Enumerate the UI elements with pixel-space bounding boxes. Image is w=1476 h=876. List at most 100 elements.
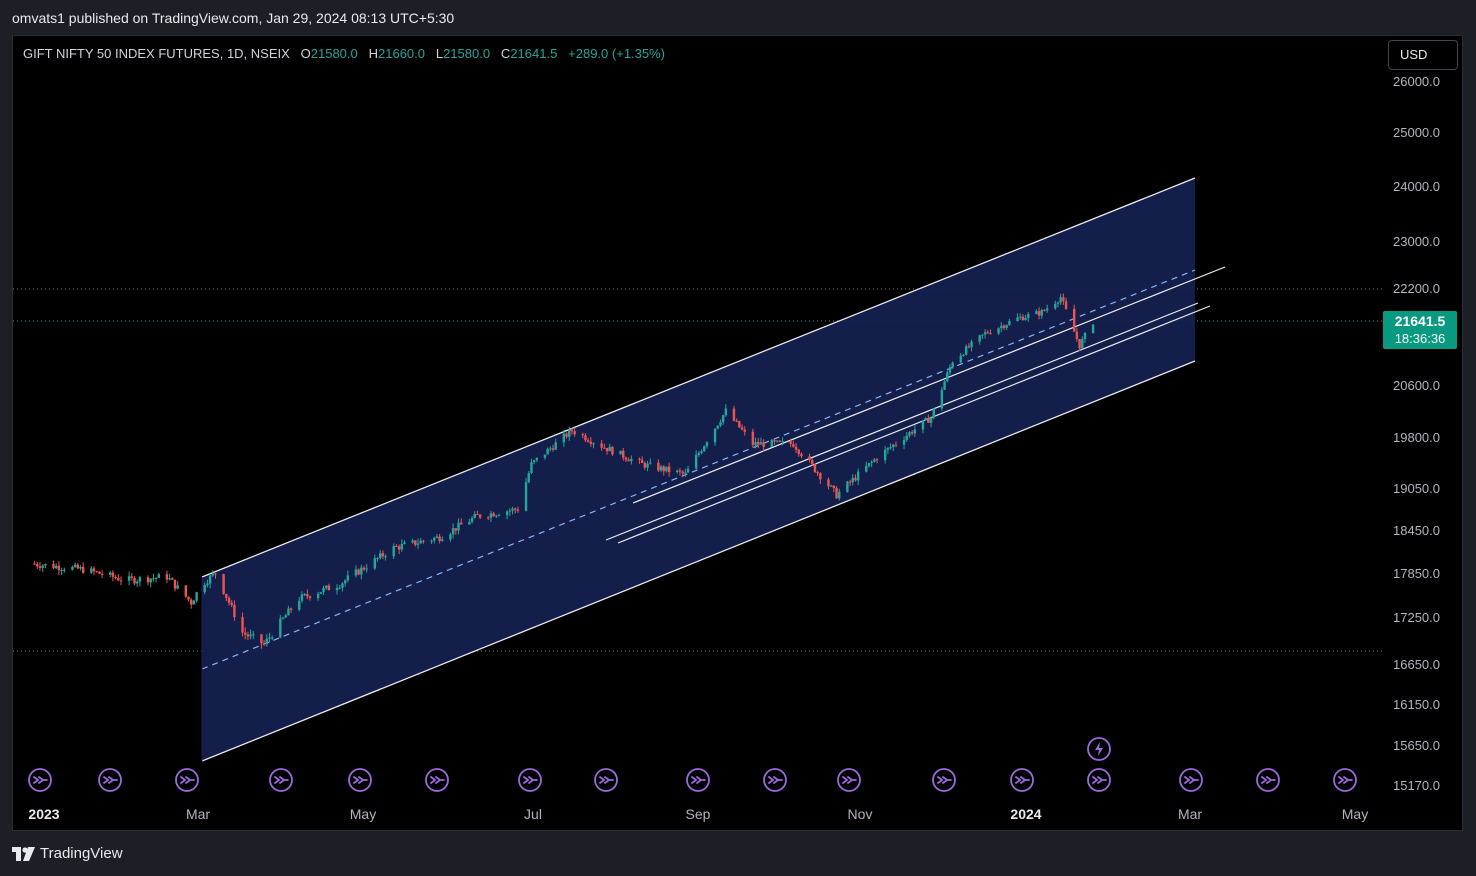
candle-body <box>851 477 854 483</box>
dividend-event-icon[interactable] <box>1256 768 1280 792</box>
candle-body <box>249 634 252 637</box>
time-tick: 2024 <box>1010 806 1042 822</box>
candle-body <box>190 599 193 605</box>
candle-body <box>227 598 231 603</box>
candle-body <box>457 522 460 531</box>
symbol-legend[interactable]: GIFT NIFTY 50 INDEX FUTURES, 1D, NSEIX O… <box>23 46 665 61</box>
candle-body <box>335 587 339 591</box>
currency-selector[interactable]: USD <box>1388 40 1458 70</box>
price-tick: 26000.0 <box>1393 74 1440 89</box>
candle-body <box>100 573 104 575</box>
dividend-event-icon[interactable] <box>932 768 956 792</box>
candle-body <box>565 433 568 437</box>
candle-body <box>476 514 479 516</box>
candle-body <box>381 553 385 557</box>
candle-body <box>964 346 968 355</box>
dividend-event-icon[interactable] <box>594 768 618 792</box>
close-value: 21641.5 <box>510 46 558 61</box>
regression-channel-fill[interactable] <box>202 178 1195 761</box>
candle-body <box>195 592 198 601</box>
candle-body <box>1083 333 1087 340</box>
candle-body <box>570 429 574 432</box>
dividend-event-icon[interactable] <box>175 768 199 792</box>
candle-body <box>171 578 174 580</box>
candle-body <box>846 481 849 492</box>
dividend-event-icon[interactable] <box>686 768 710 792</box>
candle-body <box>279 618 282 638</box>
candle-body <box>300 594 304 601</box>
candle-body <box>33 563 36 565</box>
candle-body <box>514 508 517 510</box>
candle-body <box>640 459 644 463</box>
candle-body <box>133 577 136 584</box>
candle-body <box>38 566 42 568</box>
candle-body <box>287 608 290 616</box>
candle-body <box>905 435 908 440</box>
candle-body <box>298 600 301 610</box>
candle-body <box>487 517 490 519</box>
candle-body <box>751 431 755 445</box>
close-label: C <box>500 46 511 61</box>
candle-body <box>271 637 274 639</box>
dividend-event-icon[interactable] <box>269 768 293 792</box>
candle-body <box>676 470 679 472</box>
candle-body <box>535 457 539 461</box>
candle-body <box>1078 338 1081 349</box>
candle-body <box>532 460 536 463</box>
dividend-event-icon[interactable] <box>1087 768 1111 792</box>
price-tick: 25000.0 <box>1393 125 1440 140</box>
dividend-event-icon[interactable] <box>98 768 122 792</box>
candle-body <box>306 594 309 597</box>
price-tick: 17850.0 <box>1393 566 1440 581</box>
candle-body <box>981 334 984 336</box>
candle-body <box>757 441 760 445</box>
candle-body <box>268 637 271 639</box>
dividend-event-icon[interactable] <box>348 768 372 792</box>
candle-body <box>835 488 838 499</box>
candle-body <box>932 408 935 418</box>
dividend-event-icon[interactable] <box>1333 768 1357 792</box>
candle-body <box>646 463 649 468</box>
dividend-event-icon[interactable] <box>763 768 787 792</box>
candle-body <box>392 545 395 557</box>
lightning-icon[interactable] <box>1087 737 1111 761</box>
candle-body <box>986 332 989 334</box>
candle-body <box>738 421 741 428</box>
candle-body <box>797 449 800 454</box>
price-tick: 19050.0 <box>1393 481 1440 496</box>
tradingview-brand[interactable]: TradingView <box>12 845 123 862</box>
candle-body <box>543 454 547 458</box>
candle-body <box>357 569 360 575</box>
candle-body <box>478 514 482 518</box>
dividend-event-icon[interactable] <box>425 768 449 792</box>
last-price-badge: 21641.5 18:36:36 <box>1383 311 1457 349</box>
candle-body <box>983 332 987 335</box>
candle-body <box>435 536 439 538</box>
candle-body <box>856 471 860 481</box>
candle-body <box>678 470 682 472</box>
candle-body <box>149 578 152 583</box>
time-tick: Mar <box>1177 806 1203 822</box>
candle-body <box>157 574 161 578</box>
tradingview-logo-icon <box>12 846 35 861</box>
candle-body <box>168 578 171 580</box>
price-chart[interactable] <box>0 0 1476 876</box>
dividend-event-icon[interactable] <box>1010 768 1034 792</box>
candle-body <box>854 477 857 481</box>
candle-body <box>832 485 836 489</box>
high-value: 21660.0 <box>378 46 425 61</box>
candle-body <box>468 521 471 525</box>
candle-body <box>1040 310 1043 316</box>
candle-body <box>865 466 868 472</box>
candle-body <box>316 593 320 599</box>
dividend-event-icon[interactable] <box>518 768 542 792</box>
candle-body <box>740 427 744 430</box>
dividend-event-icon[interactable] <box>28 768 52 792</box>
candle-body <box>114 576 117 578</box>
candle-body <box>662 466 665 472</box>
candle-body <box>732 408 736 421</box>
dividend-event-icon[interactable] <box>1179 768 1203 792</box>
dividend-event-icon[interactable] <box>837 768 861 792</box>
candle-body <box>743 429 746 432</box>
candle-body <box>638 458 641 460</box>
